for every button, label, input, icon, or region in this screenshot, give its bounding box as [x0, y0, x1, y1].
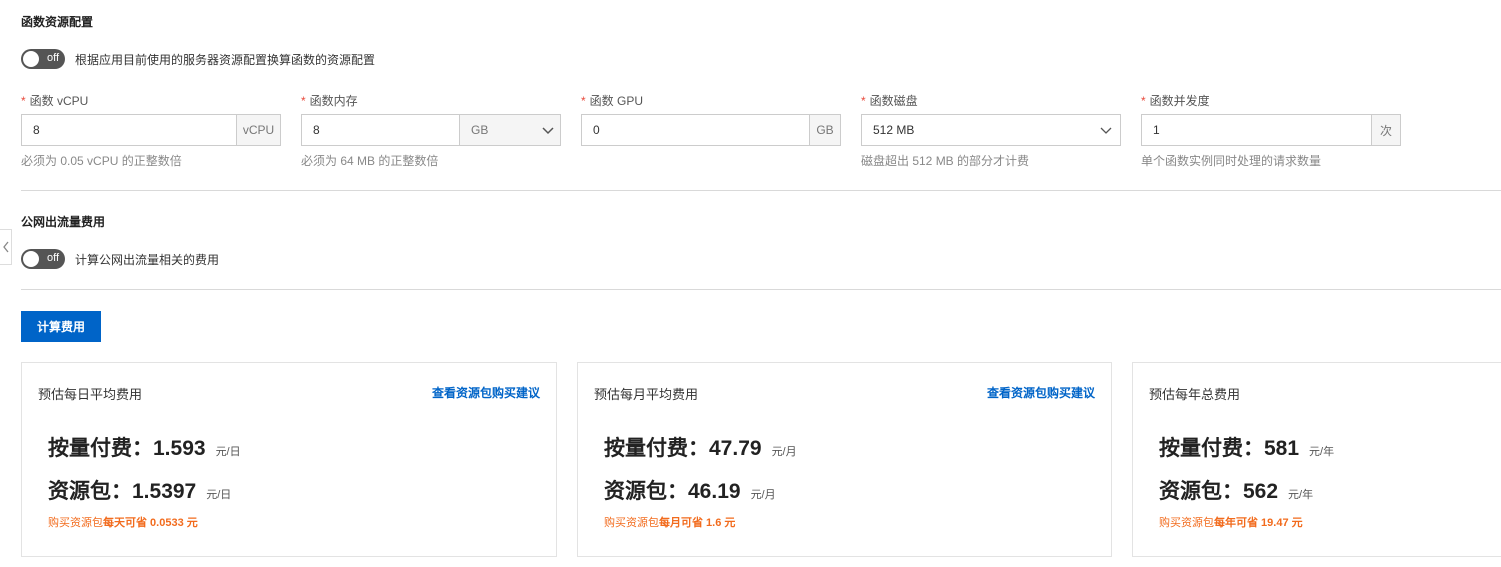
- toggle-knob: [23, 251, 39, 267]
- vcpu-label: * 函数 vCPU: [21, 94, 89, 108]
- disk-help: 磁盘超出 512 MB 的部分才计费: [861, 154, 1030, 168]
- payg-price-row: 按量付费： 1.593 元/日: [48, 437, 241, 460]
- required-mark: *: [581, 94, 586, 108]
- toggle-state-text: off: [46, 252, 59, 264]
- savings-note: 购买资源包每月可省 1.6 元: [604, 517, 736, 529]
- vcpu-field: *函数 vCPU vCPU 必须为 0.05 vCPU 的正整数倍: [21, 92, 281, 169]
- traffic-section-title: 公网出流量费用: [21, 215, 106, 229]
- traffic-toggle-row: off 计算公网出流量相关的费用: [21, 249, 219, 269]
- disk-label: * 函数磁盘: [861, 94, 918, 108]
- chevron-down-icon: [1100, 127, 1112, 134]
- concurrency-unit: 次: [1371, 115, 1400, 145]
- package-value: 1.5397: [132, 480, 197, 503]
- package-price-row: 资源包： 46.19 元/月: [604, 480, 776, 503]
- resource-config-title: 函数资源配置: [21, 15, 94, 29]
- daily-cost-card: 预估每日平均费用 查看资源包购买建议 按量付费： 1.593 元/日 资源包： 1.5…: [21, 362, 557, 557]
- chevron-left-icon: [2, 241, 9, 253]
- package-advice-link[interactable]: 查看资源包购买建议: [432, 384, 540, 401]
- card-title: 预估每年总费用: [1149, 387, 1241, 402]
- required-mark: *: [861, 94, 866, 108]
- disk-field: * 函数磁盘 512 MB 磁盘超出 512 MB 的部分才计费: [861, 92, 1121, 169]
- memory-unit-value: GB: [471, 123, 489, 137]
- savings-note: 购买资源包每天可省 0.0533 元: [48, 517, 198, 529]
- package-price-row: 资源包： 562 元/年: [1159, 480, 1314, 503]
- gpu-unit: GB: [809, 115, 840, 145]
- concurrency-field: *函数并发度 次 单个函数实例同时处理的请求数量: [1141, 92, 1401, 169]
- payg-price-row: 按量付费： 47.79 元/月: [604, 437, 797, 460]
- card-title: 预估每月平均费用: [594, 387, 699, 402]
- calculate-cost-button[interactable]: 计算费用: [21, 311, 101, 342]
- resource-conversion-toggle[interactable]: off: [21, 49, 65, 69]
- package-price-row: 资源包： 1.5397 元/日: [48, 480, 232, 503]
- vcpu-help: 必须为 0.05 vCPU 的正整数倍: [21, 154, 182, 168]
- memory-help: 必须为 64 MB 的正整数倍: [301, 154, 439, 168]
- package-value: 562: [1243, 480, 1279, 503]
- required-mark: *: [301, 94, 306, 108]
- concurrency-input[interactable]: [1142, 115, 1371, 145]
- toggle-knob: [23, 51, 39, 67]
- concurrency-help: 单个函数实例同时处理的请求数量: [1141, 154, 1322, 168]
- traffic-cost-toggle[interactable]: off: [21, 249, 65, 269]
- monthly-cost-card: 预估每月平均费用 查看资源包购买建议 按量付费： 47.79 元/月 资源包： 46.…: [577, 362, 1112, 557]
- payg-value: 47.79: [709, 437, 762, 460]
- vcpu-unit: vCPU: [236, 115, 280, 145]
- required-mark: *: [1141, 94, 1146, 108]
- collapse-sidebar-tab[interactable]: [0, 229, 12, 265]
- toggle-state-text: off: [46, 52, 59, 64]
- disk-select-value: 512 MB: [873, 123, 915, 137]
- traffic-toggle-label: 计算公网出流量相关的费用: [75, 252, 220, 267]
- payg-price-row: 按量付费： 581 元/年: [1159, 437, 1335, 460]
- disk-select[interactable]: 512 MB: [861, 114, 1121, 146]
- package-advice-link[interactable]: 查看资源包购买建议: [987, 384, 1095, 401]
- gpu-field: *函数 GPU GB: [581, 92, 841, 146]
- gpu-input[interactable]: [582, 115, 809, 145]
- yearly-cost-card: 预估每年总费用 按量付费： 581 元/年 资源包： 562 元/年 购买资源包每年可省…: [1132, 362, 1501, 557]
- savings-note: 购买资源包每年可省 19.47 元: [1159, 517, 1303, 529]
- payg-value: 1.593: [153, 437, 206, 460]
- resource-toggle-label: 根据应用目前使用的服务器资源配置换算函数的资源配置: [75, 52, 376, 67]
- memory-unit-select[interactable]: GB: [459, 115, 560, 145]
- vcpu-input[interactable]: [22, 115, 236, 145]
- memory-label: * 函数内存: [301, 94, 358, 108]
- payg-value: 581: [1264, 437, 1300, 460]
- card-title: 预估每日平均费用: [38, 387, 143, 402]
- memory-field: *函数内存 GB 必须为 64 MB 的正整数倍: [301, 92, 561, 169]
- section-divider: [21, 289, 1501, 290]
- gpu-label: * 函数 GPU: [581, 94, 644, 108]
- resource-toggle-row: off 根据应用目前使用的服务器资源配置换算函数的资源配置: [21, 49, 375, 69]
- section-divider: [21, 190, 1501, 191]
- memory-input[interactable]: [302, 115, 459, 145]
- required-mark: *: [21, 94, 26, 108]
- chevron-down-icon: [542, 127, 554, 135]
- concurrency-label: * 函数并发度: [1141, 94, 1210, 108]
- package-value: 46.19: [688, 480, 741, 503]
